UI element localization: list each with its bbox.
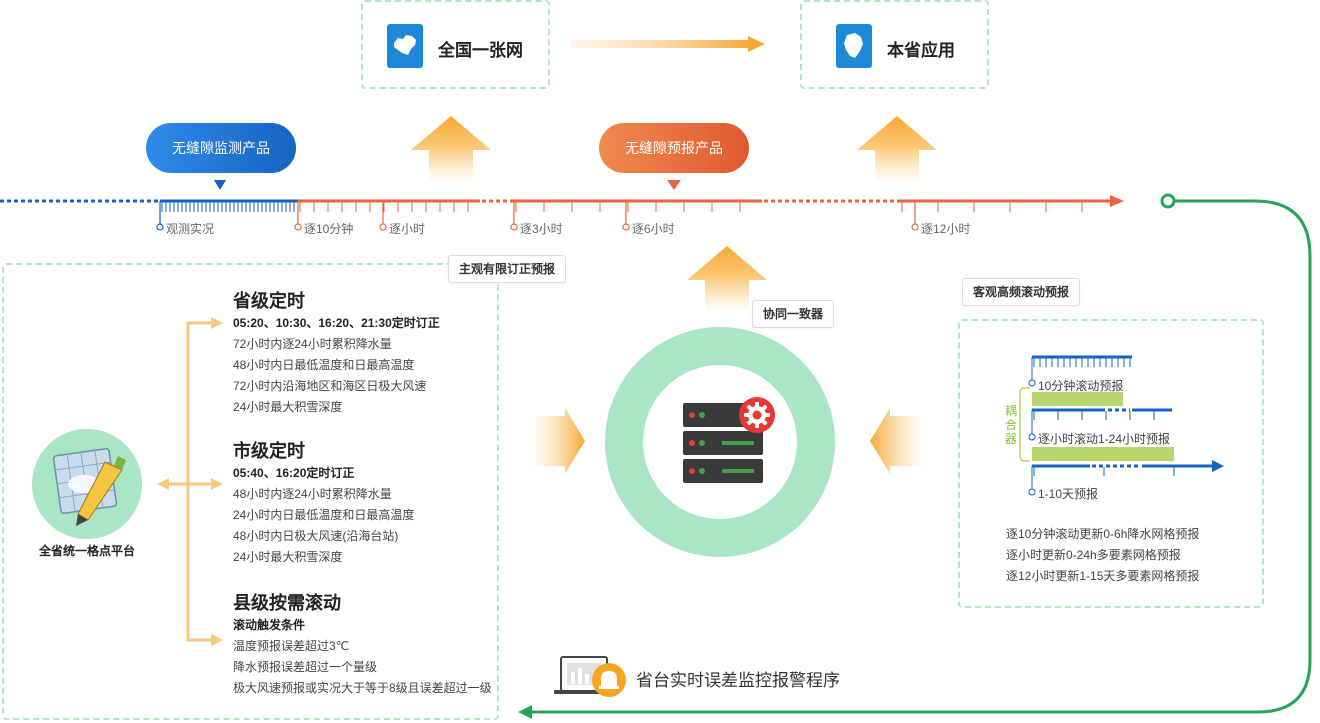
track-label-hourly: 逐小时滚动1-24小时预报 — [1038, 432, 1171, 446]
timeline — [0, 195, 1124, 207]
callout-objective: 客观高频滚动预报 — [962, 278, 1081, 306]
section-line: 48小时内日极大风速(沿海台站) — [233, 529, 399, 543]
forecast-pointer — [667, 180, 681, 190]
card-national-label: 全国一张网 — [438, 41, 523, 60]
timeline-label-10min: 逐10分钟 — [304, 222, 354, 236]
top-flow-arrow — [570, 36, 765, 52]
up-arrow-right — [857, 116, 937, 183]
section-title-county: 县级按需滚动 — [233, 593, 341, 613]
section-subtitle-county: 滚动触发条件 — [233, 618, 306, 632]
callout-coordinator: 协同一致器 — [752, 300, 835, 328]
objective-forecast-panel — [958, 319, 1264, 608]
arrow-into-center-right — [870, 408, 925, 474]
section-line: 降水预报误差超过一个量级 — [233, 660, 378, 674]
track-label-10min: 10分钟滚动预报 — [1038, 379, 1124, 393]
monitor-pointer — [214, 180, 226, 190]
forecast-products-pill: 无缝隙预报产品 — [599, 123, 749, 173]
up-arrow-left — [411, 116, 491, 183]
section-line: 72小时内沿海地区和海区日极大风速 — [233, 379, 427, 393]
track-label-daily: 1-10天预报 — [1038, 487, 1099, 501]
timeline-ticks — [161, 202, 1083, 212]
timeline-label-hourly: 逐小时 — [389, 222, 426, 236]
objective-line: 逐12小时更新1-15天多要素网格预报 — [1006, 569, 1200, 583]
objective-line: 逐小时更新0-24h多要素网格预报 — [1006, 548, 1181, 562]
arrow-into-center-left — [530, 408, 585, 474]
section-line: 极大风速预报或实况大于等于8级且误差超过一级 — [233, 681, 492, 695]
section-line: 24小时最大积雪深度 — [233, 550, 343, 564]
section-title-city: 市级定时 — [233, 441, 305, 461]
alarm-monitor-icon — [554, 656, 626, 697]
card-national-grid: 全国一张网 — [361, 0, 550, 89]
gear-icon — [739, 397, 775, 433]
section-line: 72小时内逐24小时累积降水量 — [233, 337, 392, 351]
china-map-icon — [387, 24, 423, 68]
section-subtitle-city: 05:40、16:20定时订正 — [233, 466, 355, 480]
section-line: 24小时最大积雪深度 — [233, 400, 343, 414]
callout-subjective: 主观有限订正预报 — [448, 255, 567, 283]
objective-line: 逐10分钟滚动更新0-6h降水网格预报 — [1006, 527, 1200, 541]
timeline-label-3h: 逐3小时 — [520, 222, 563, 236]
province-map-icon — [836, 24, 872, 68]
card-province-app: 本省应用 — [800, 0, 989, 89]
section-line: 温度预报误差超过3℃ — [233, 639, 350, 653]
timeline-label-observation: 观测实况 — [166, 222, 215, 236]
alarm-label: 省台实时误差监控报警程序 — [636, 671, 840, 690]
section-line: 48小时内逐24小时累积降水量 — [233, 487, 392, 501]
monitor-products-pill: 无缝隙监测产品 — [146, 123, 296, 173]
timeline-label-6h: 逐6小时 — [632, 222, 675, 236]
section-title-provincial: 省级定时 — [233, 291, 305, 311]
section-line: 24小时内日最低温度和日最高温度 — [233, 508, 415, 522]
platform-label: 全省统一格点平台 — [38, 544, 135, 558]
coupler-label: 耦合器 — [1004, 404, 1017, 446]
card-province-label: 本省应用 — [887, 41, 955, 60]
section-line: 48小时内日最低温度和日最高温度 — [233, 358, 415, 372]
timeline-label-12h: 逐12小时 — [921, 222, 971, 236]
section-subtitle-provincial: 05:20、10:30、16:20、21:30定时订正 — [233, 316, 440, 330]
